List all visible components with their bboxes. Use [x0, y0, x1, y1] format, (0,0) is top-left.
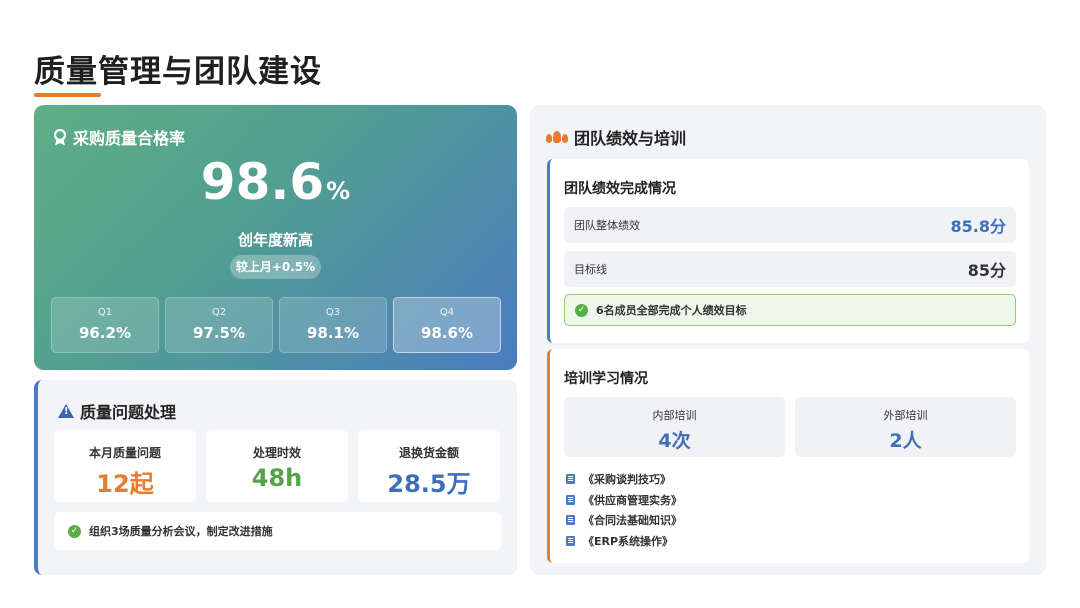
goal-complete-note: ✓ 6名成员全部完成个人绩效目标: [564, 294, 1016, 326]
performance-title: 团队绩效完成情况: [564, 181, 676, 197]
hero-title: 采购质量合格率: [73, 129, 186, 148]
team-title: 团队绩效与培训: [574, 129, 687, 148]
month-change-badge: 较上月+0.5%: [230, 255, 321, 279]
metric-label: 目标线: [574, 263, 607, 276]
quality-issues-card: 质量问题处理 本月质量问题 12起 处理时效 48h 退换货金额 28.5万 ✓…: [34, 380, 517, 575]
stat-label: 处理时效: [252, 446, 301, 460]
award-ribbon-icon: [53, 128, 67, 145]
book-icon: [566, 494, 575, 505]
training-value: 4次: [658, 430, 691, 452]
course-name: 《合同法基础知识》: [583, 514, 682, 528]
hero-subtitle: 创年度新高: [237, 231, 313, 249]
quarter-label: Q1: [97, 307, 113, 318]
stat-label: 退换货金额: [398, 446, 459, 460]
warning-icon: [58, 404, 74, 418]
training-box-internal: 内部培训 4次: [564, 397, 785, 457]
stat-return-amount: 退换货金额 28.5万: [358, 430, 500, 502]
check-circle-icon: ✓: [68, 524, 81, 538]
course-list: 《采购谈判技巧》 《供应商管理实务》 《合同法基础知识》 《ERP系统操作》: [566, 469, 682, 551]
training-title: 培训学习情况: [564, 371, 648, 387]
quarter-card-q1: Q1 96.2%: [51, 297, 159, 353]
issues-note: ✓ 组织3场质量分析会议，制定改进措施: [54, 512, 501, 550]
list-item: 《合同法基础知识》: [566, 510, 682, 531]
pass-rate-unit: %: [326, 177, 351, 205]
quarter-value: 96.2%: [78, 324, 132, 342]
quarter-list: Q1 96.2% Q2 97.5% Q3 98.1% Q4 98.6%: [51, 297, 501, 353]
check-circle-icon: ✓: [575, 303, 588, 317]
quarter-card-q4: Q4 98.6%: [393, 297, 501, 353]
stat-value: 28.5万: [387, 470, 471, 498]
course-name: 《ERP系统操作》: [583, 534, 674, 548]
issues-title: 质量问题处理: [80, 403, 177, 422]
training-label: 内部培训: [652, 409, 697, 422]
stat-monthly-issues: 本月质量问题 12起: [54, 430, 196, 502]
training-value: 2人: [889, 430, 922, 452]
training-card: 培训学习情况 内部培训 4次 外部培训 2人 《采购谈判技巧》 《供应商管理实务…: [547, 349, 1029, 563]
metric-value: 85.8分: [950, 217, 1006, 236]
stat-value: 12起: [96, 470, 154, 498]
quarter-card-q2: Q2 97.5%: [165, 297, 273, 353]
book-icon: [566, 535, 575, 546]
course-name: 《供应商管理实务》: [583, 493, 682, 507]
book-icon: [566, 474, 575, 485]
stat-label: 本月质量问题: [88, 446, 161, 460]
quarter-value: 98.1%: [306, 324, 360, 342]
pass-rate-value: 98.6%: [200, 153, 351, 211]
performance-card: 团队绩效完成情况 团队整体绩效 85.8分 目标线 85分 ✓ 6名成员全部完成…: [547, 159, 1029, 343]
quarter-label: Q4: [439, 307, 455, 318]
issues-note-text: 组织3场质量分析会议，制定改进措施: [89, 525, 273, 538]
metric-label: 团队整体绩效: [574, 219, 640, 232]
metric-target-line: 目标线 85分: [564, 251, 1016, 287]
metric-overall-performance: 团队整体绩效 85.8分: [564, 207, 1016, 243]
quarter-label: Q3: [325, 307, 341, 318]
list-item: 《供应商管理实务》: [566, 490, 682, 511]
metric-value: 85分: [967, 261, 1006, 280]
list-item: 《采购谈判技巧》: [566, 469, 682, 490]
quarter-card-q3: Q3 98.1%: [279, 297, 387, 353]
quality-pass-rate-card: 采购质量合格率 98.6% 创年度新高 较上月+0.5% Q1 96.2% Q2…: [34, 105, 517, 370]
stat-value: 48h: [251, 464, 303, 492]
stat-handling-time: 处理时效 48h: [206, 430, 348, 502]
training-label: 外部培训: [883, 409, 928, 422]
issue-stats: 本月质量问题 12起 处理时效 48h 退换货金额 28.5万: [54, 430, 500, 502]
page-title: 质量管理与团队建设: [34, 54, 322, 90]
team-icon: [546, 131, 568, 143]
quarter-value: 97.5%: [192, 324, 246, 342]
course-name: 《采购谈判技巧》: [583, 473, 671, 487]
team-panel: 团队绩效与培训 团队绩效完成情况 团队整体绩效 85.8分 目标线 85分 ✓ …: [530, 105, 1046, 575]
title-underline: [34, 93, 101, 97]
list-item: 《ERP系统操作》: [566, 531, 682, 552]
quarter-value: 98.6%: [420, 324, 474, 342]
book-icon: [566, 515, 575, 526]
training-box-external: 外部培训 2人: [795, 397, 1016, 457]
quarter-label: Q2: [211, 307, 227, 318]
goal-note-text: 6名成员全部完成个人绩效目标: [596, 304, 747, 317]
